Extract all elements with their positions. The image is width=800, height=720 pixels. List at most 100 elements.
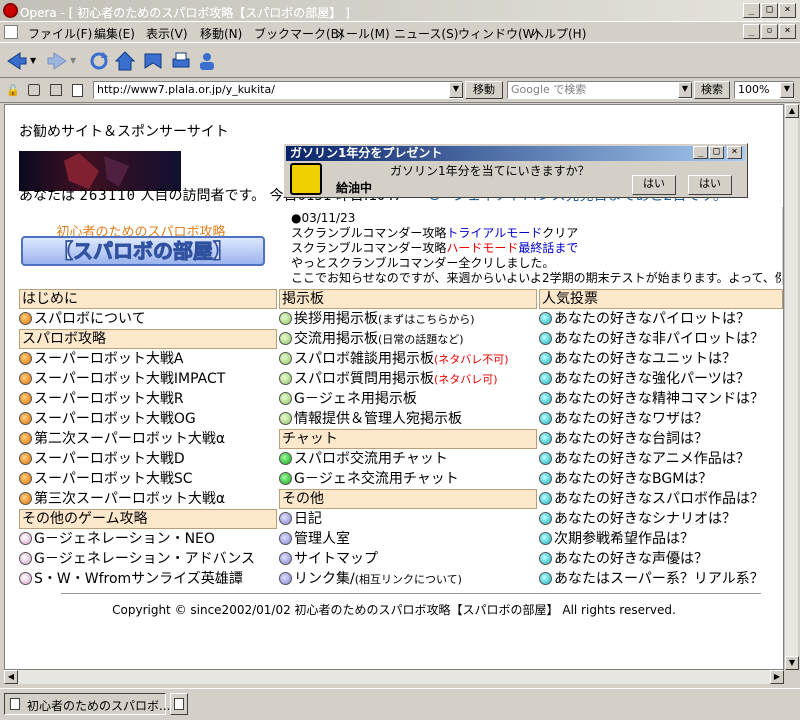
link-bbs[interactable]: 情報提供＆管理人宛掲示板 bbox=[279, 409, 537, 429]
document-icon[interactable] bbox=[72, 84, 83, 97]
bookmark-icon[interactable] bbox=[142, 50, 164, 72]
link-guide[interactable]: スーパーロボット大戦SC bbox=[19, 469, 277, 489]
link-poll[interactable]: あなたの好きなBGMは？ bbox=[539, 469, 783, 489]
link-poll[interactable]: 次期参戦希望作品は？ bbox=[539, 529, 783, 549]
link-guide[interactable]: スーパーロボット大戦OG bbox=[19, 409, 277, 429]
menu-bookmarks[interactable]: ブックマーク(B) bbox=[254, 25, 344, 42]
link-poll[interactable]: あなたの好きな精神コマンドは？ bbox=[539, 389, 783, 409]
new-page-icon bbox=[174, 698, 184, 710]
url-input[interactable]: http://www7.plala.or.jp/y_kukita/ bbox=[93, 81, 463, 99]
bullet-icon bbox=[539, 472, 552, 485]
minimize-icon[interactable]: _ bbox=[743, 3, 760, 18]
link-guide[interactable]: スーパーロボット大戦R bbox=[19, 389, 277, 409]
link-guide[interactable]: スーパーロボット大戦A bbox=[19, 349, 277, 369]
link-poll[interactable]: あなたの好きなパイロットは？ bbox=[539, 309, 783, 329]
menu-navigate[interactable]: 移動(N) bbox=[200, 25, 242, 42]
back-dropdown-icon[interactable]: ▼ bbox=[30, 56, 36, 65]
history-icon[interactable] bbox=[28, 84, 40, 96]
link-diary[interactable]: 日記 bbox=[279, 509, 537, 529]
bullet-icon bbox=[539, 372, 552, 385]
page-info-icon[interactable] bbox=[50, 84, 62, 96]
search-button[interactable]: 検索 bbox=[694, 81, 730, 99]
tab-active[interactable]: 初心者のためのスパロボ... bbox=[4, 693, 170, 715]
doc-close-icon[interactable]: × bbox=[779, 24, 796, 39]
link-links[interactable]: リンク集/(相互リンクについて) bbox=[279, 569, 537, 589]
link-bbs[interactable]: スパロボ雑談用掲示板(ネタバレ不可) bbox=[279, 349, 537, 369]
bullet-icon bbox=[19, 432, 32, 445]
scroll-up-icon[interactable]: ▲ bbox=[785, 104, 799, 118]
link-poll[interactable]: あなたの好きな声優は？ bbox=[539, 549, 783, 569]
forward-icon[interactable] bbox=[46, 50, 68, 72]
link-poll[interactable]: あなたの好きなユニットは？ bbox=[539, 349, 783, 369]
horizontal-scrollbar[interactable]: ◀ ▶ bbox=[4, 670, 784, 684]
link-guide[interactable]: 第三次スーパーロボット大戦α bbox=[19, 489, 277, 509]
link-other-game[interactable]: G－ジェネレーション・アドバンス bbox=[19, 549, 277, 569]
news-link-trial[interactable]: トライアルモード bbox=[446, 226, 542, 240]
back-icon[interactable] bbox=[6, 50, 28, 72]
link-sitemap[interactable]: サイトマップ bbox=[279, 549, 537, 569]
menu-file[interactable]: ファイル(F) bbox=[28, 25, 92, 42]
menu-edit[interactable]: 編集(E) bbox=[94, 25, 135, 42]
link-poll[interactable]: あなたの好きな台詞は？ bbox=[539, 429, 783, 449]
link-other-game[interactable]: S・W・Wfromサンライズ英雄譚 bbox=[19, 569, 277, 589]
search-input[interactable]: Google で検索 bbox=[507, 81, 692, 99]
link-chat[interactable]: G－ジェネ交流用チャット bbox=[279, 469, 537, 489]
print-icon[interactable] bbox=[170, 50, 192, 72]
news-line-4: ここでお知らせなのですが、来週からいよいよ2学期の期末テストが始まります。よって… bbox=[291, 271, 781, 285]
go-button[interactable]: 移動 bbox=[465, 81, 503, 99]
link-guide[interactable]: スーパーロボット大戦D bbox=[19, 449, 277, 469]
security-icon[interactable]: 🔓 bbox=[6, 84, 20, 97]
popup-yes-button[interactable]: はい bbox=[632, 175, 676, 195]
menu-help[interactable]: ヘルプ(H) bbox=[532, 25, 586, 42]
menu-news[interactable]: ニュース(S) bbox=[394, 25, 458, 42]
reload-icon[interactable] bbox=[88, 50, 110, 72]
site-logo[interactable]: 【スパロボの部屋】 bbox=[21, 236, 265, 266]
close-icon[interactable]: × bbox=[779, 3, 796, 18]
link-poll[interactable]: あなたはスーパー系？リアル系？ bbox=[539, 569, 783, 589]
link-poll[interactable]: あなたの好きなシナリオは？ bbox=[539, 509, 783, 529]
link-about-srw[interactable]: スパロボについて bbox=[19, 309, 277, 329]
link-chat[interactable]: スパロボ交流用チャット bbox=[279, 449, 537, 469]
new-tab-button[interactable] bbox=[170, 693, 188, 715]
popup-minimize-icon[interactable]: _ bbox=[693, 146, 708, 159]
bullet-icon bbox=[279, 572, 292, 585]
scroll-right-icon[interactable]: ▶ bbox=[770, 670, 784, 684]
scroll-down-icon[interactable]: ▼ bbox=[785, 656, 799, 670]
zoom-dropdown-icon[interactable]: ▼ bbox=[780, 82, 794, 98]
popup-close-icon[interactable]: × bbox=[727, 146, 742, 159]
link-poll[interactable]: あなたの好きなアニメ作品は？ bbox=[539, 449, 783, 469]
news-link-hard[interactable]: ハードモード bbox=[446, 241, 518, 255]
link-label: スーパーロボット大戦R bbox=[34, 391, 184, 407]
home-icon[interactable] bbox=[114, 50, 136, 72]
link-bbs[interactable]: G－ジェネ用掲示板 bbox=[279, 389, 537, 409]
link-poll[interactable]: あなたの好きな強化パーツは？ bbox=[539, 369, 783, 389]
link-poll[interactable]: あなたの好きな非パイロットは？ bbox=[539, 329, 783, 349]
maximize-icon[interactable]: □ bbox=[761, 3, 778, 18]
user-icon[interactable] bbox=[196, 50, 218, 72]
link-guide[interactable]: スーパーロボット大戦IMPACT bbox=[19, 369, 277, 389]
popup-label: 給油中 bbox=[336, 181, 373, 195]
link-guide[interactable]: 第二次スーパーロボット大戦α bbox=[19, 429, 277, 449]
doc-minimize-icon[interactable]: _ bbox=[743, 24, 760, 39]
link-bbs[interactable]: スパロボ質問用掲示板(ネタバレ可) bbox=[279, 369, 537, 389]
popup-maximize-icon[interactable]: □ bbox=[709, 146, 724, 159]
link-label: スパロボについて bbox=[34, 311, 146, 327]
popup-yes-button-2[interactable]: はい bbox=[688, 175, 732, 195]
doc-restore-icon[interactable]: ▫ bbox=[761, 24, 778, 39]
search-engine-dropdown-icon[interactable]: ▼ bbox=[678, 82, 692, 98]
visitor-prefix: あなたは bbox=[19, 188, 75, 204]
link-admin-room[interactable]: 管理人室 bbox=[279, 529, 537, 549]
link-other-game[interactable]: G－ジェネレーション・NEO bbox=[19, 529, 277, 549]
forward-dropdown-icon[interactable]: ▼ bbox=[70, 56, 76, 65]
link-bbs[interactable]: 交流用掲示板(日常の話題など) bbox=[279, 329, 537, 349]
vertical-scrollbar[interactable]: ▲ ▼ bbox=[784, 104, 799, 670]
link-poll[interactable]: あなたの好きなスパロボ作品は？ bbox=[539, 489, 783, 509]
link-poll[interactable]: あなたの好きなワザは？ bbox=[539, 409, 783, 429]
scroll-left-icon[interactable]: ◀ bbox=[4, 670, 18, 684]
menu-mail[interactable]: メール(M) bbox=[334, 25, 390, 42]
menu-view[interactable]: 表示(V) bbox=[146, 25, 188, 42]
url-dropdown-icon[interactable]: ▼ bbox=[449, 82, 463, 98]
menu-window[interactable]: ウィンドウ(W) bbox=[458, 25, 539, 42]
link-bbs[interactable]: 挨拶用掲示板(まずはこちらから) bbox=[279, 309, 537, 329]
tab-bar: 初心者のためのスパロボ... bbox=[0, 688, 800, 720]
